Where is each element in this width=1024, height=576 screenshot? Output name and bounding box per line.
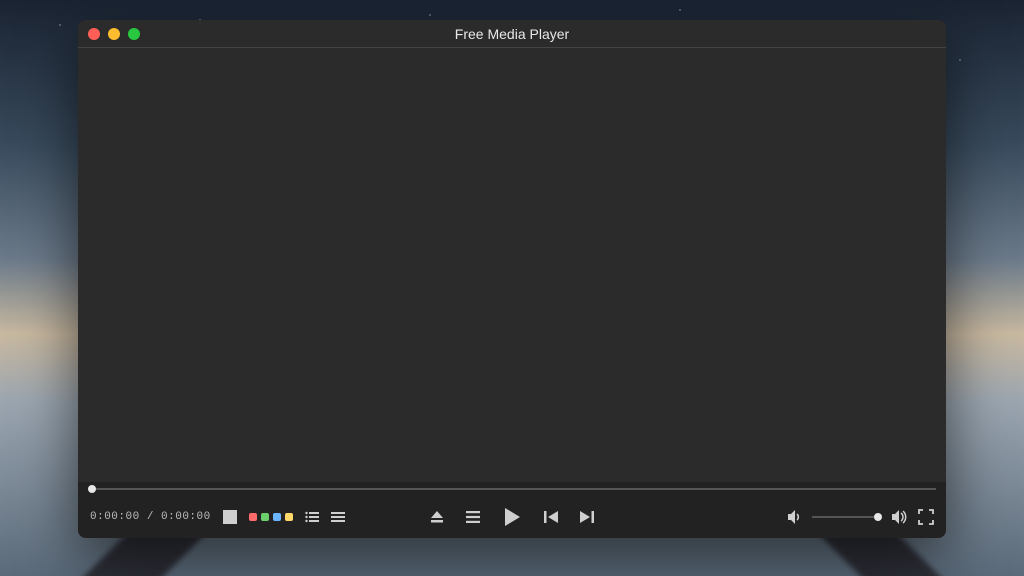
duration-time: 0:00:00 [161, 511, 211, 523]
seek-thumb[interactable] [88, 485, 96, 493]
fullscreen-button[interactable] [918, 509, 934, 525]
window-title: Free Media Player [78, 26, 946, 42]
play-button[interactable] [502, 507, 522, 527]
eject-button[interactable] [430, 510, 444, 524]
previous-button[interactable] [544, 510, 558, 524]
playlist-button[interactable] [305, 511, 319, 523]
next-button[interactable] [580, 510, 594, 524]
close-icon[interactable] [88, 28, 100, 40]
seek-bar[interactable] [78, 482, 946, 496]
grid-view-button[interactable] [223, 510, 237, 524]
control-bar: 0:00:00 / 0:00:00 [78, 482, 946, 538]
playback-controls [430, 507, 594, 527]
maximize-icon[interactable] [128, 28, 140, 40]
titlebar: Free Media Player [78, 20, 946, 48]
video-canvas[interactable] [78, 48, 946, 482]
volume-low-icon[interactable] [788, 510, 802, 524]
color-dot-yellow[interactable] [285, 513, 293, 521]
minimize-icon[interactable] [108, 28, 120, 40]
color-labels[interactable] [249, 513, 293, 521]
color-dot-green[interactable] [261, 513, 269, 521]
player-window: Free Media Player 0:00:00 / 0:00:00 [78, 20, 946, 538]
hamburger-button[interactable] [466, 511, 480, 523]
color-dot-red[interactable] [249, 513, 257, 521]
volume-slider[interactable] [812, 516, 882, 518]
volume-high-icon[interactable] [892, 510, 908, 524]
time-display: 0:00:00 / 0:00:00 [90, 511, 211, 523]
time-separator: / [140, 511, 161, 523]
current-time: 0:00:00 [90, 511, 140, 523]
left-controls: 0:00:00 / 0:00:00 [90, 510, 345, 524]
color-dot-blue[interactable] [273, 513, 281, 521]
right-controls [788, 509, 934, 525]
menu-button[interactable] [331, 511, 345, 523]
seek-track [88, 488, 936, 490]
volume-thumb[interactable] [874, 513, 882, 521]
window-controls [88, 28, 140, 40]
